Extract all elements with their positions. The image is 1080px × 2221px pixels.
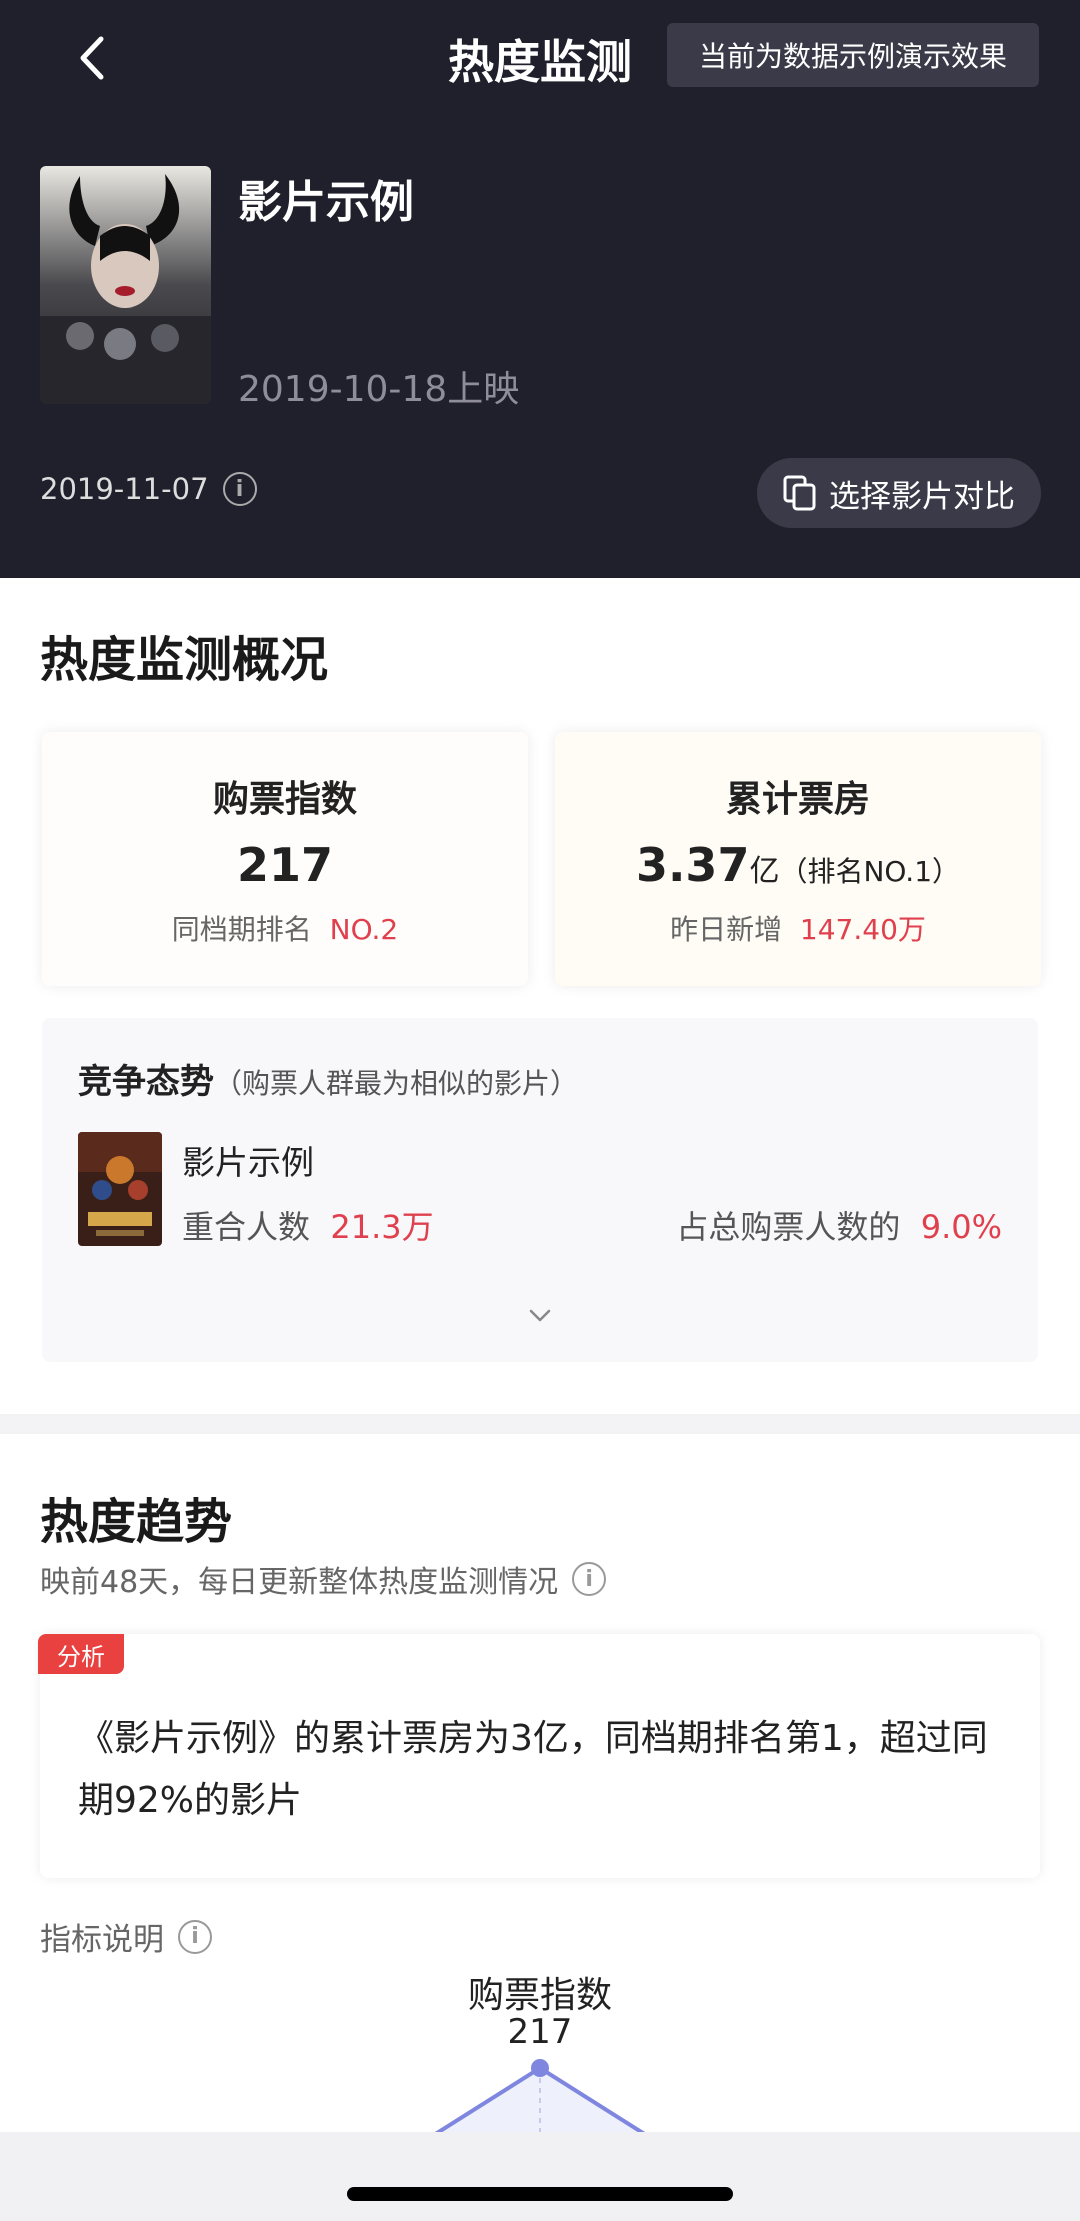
box-office-value: 3.37亿（排名NO.1） bbox=[555, 838, 1041, 892]
copy-icon bbox=[783, 475, 816, 511]
analysis-card: 分析 《影片示例》的累计票房为3亿，同档期排名第1，超过同期92%的影片 bbox=[38, 1634, 1040, 1878]
trend-subtitle: 映前48天，每日更新整体热度监测情况 i bbox=[40, 1557, 607, 1601]
competition-title: 竞争态势（购票人群最为相似的影片） bbox=[78, 1054, 578, 1103]
competition-card[interactable]: 竞争态势（购票人群最为相似的影片） 影片示例 重合人数 21.3万 占总购票人数… bbox=[42, 1018, 1038, 1362]
competitor-name: 影片示例 bbox=[182, 1143, 314, 1182]
share-label: 占总购票人数的 bbox=[676, 1208, 901, 1246]
daily-value: 147.40万 bbox=[799, 913, 926, 946]
daily-label: 昨日新增 bbox=[670, 913, 783, 946]
box-office-card[interactable]: 累计票房 3.37亿（排名NO.1） 昨日新增 147.40万 bbox=[555, 732, 1041, 986]
box-office-number: 3.37 bbox=[635, 838, 750, 892]
home-bar-area bbox=[0, 2132, 1080, 2221]
share-value: 9.0% bbox=[920, 1208, 1002, 1246]
rank-label: 同档期排名 bbox=[171, 913, 312, 946]
overlap-count: 重合人数 21.3万 bbox=[182, 1202, 434, 1248]
overview-title: 热度监测概况 bbox=[40, 632, 329, 688]
header: 热度监测 当前为数据示例演示效果 影片示例 2019-10-18上映 2019-… bbox=[0, 0, 1080, 578]
chevron-down-icon[interactable] bbox=[528, 1304, 552, 1328]
ticket-index-label: 购票指数 bbox=[212, 779, 357, 820]
section-divider bbox=[0, 1414, 1080, 1434]
box-office-label: 累计票房 bbox=[725, 779, 870, 820]
metric-explanation[interactable]: 指标说明 i bbox=[40, 1914, 212, 1959]
competition-title-text: 竞争态势 bbox=[78, 1062, 214, 1102]
rank-value: NO.2 bbox=[329, 913, 399, 946]
data-date: 2019-11-07 i bbox=[40, 472, 257, 506]
overlap-label: 重合人数 bbox=[182, 1208, 311, 1246]
competitor-poster[interactable] bbox=[78, 1132, 162, 1246]
movie-title: 影片示例 bbox=[238, 177, 414, 228]
ticket-index-rank: 同档期排名 NO.2 bbox=[42, 908, 528, 948]
overlap-value: 21.3万 bbox=[330, 1208, 434, 1246]
analysis-badge: 分析 bbox=[38, 1634, 124, 1674]
ticket-index-card[interactable]: 购票指数 217 同档期排名 NO.2 bbox=[42, 732, 528, 986]
chart-point[interactable] bbox=[531, 2059, 549, 2077]
release-date: 2019-10-18上映 bbox=[238, 369, 520, 410]
compare-movie-button[interactable]: 选择影片对比 bbox=[757, 458, 1041, 528]
trend-title: 热度趋势 bbox=[40, 1494, 233, 1550]
info-icon[interactable]: i bbox=[178, 1919, 212, 1954]
competition-note: （购票人群最为相似的影片） bbox=[214, 1067, 579, 1100]
info-icon[interactable]: i bbox=[572, 1562, 607, 1596]
compare-button-label: 选择影片对比 bbox=[829, 478, 1015, 515]
info-icon[interactable]: i bbox=[222, 472, 257, 506]
chart-point-label: 217 bbox=[507, 2012, 573, 2052]
demo-notice-badge: 当前为数据示例演示效果 bbox=[667, 23, 1039, 87]
box-office-rank: （排名NO.1） bbox=[779, 855, 961, 888]
analysis-text: 《影片示例》的累计票房为3亿，同档期排名第1，超过同期92%的影片 bbox=[78, 1718, 988, 1821]
movie-poster[interactable] bbox=[40, 166, 211, 404]
overlap-share: 占总购票人数的 9.0% bbox=[676, 1202, 1002, 1248]
metric-explanation-text: 指标说明 bbox=[40, 1922, 164, 1958]
home-indicator[interactable] bbox=[347, 2187, 733, 2201]
trend-chart[interactable] bbox=[0, 2050, 1080, 2140]
box-office-unit: 亿 bbox=[749, 854, 780, 889]
trend-subtitle-text: 映前48天，每日更新整体热度监测情况 bbox=[40, 1565, 559, 1600]
daily-increase: 昨日新增 147.40万 bbox=[555, 908, 1041, 948]
data-date-text: 2019-11-07 bbox=[40, 472, 209, 506]
chart-series-label: 购票指数 bbox=[467, 1975, 612, 2016]
ticket-index-value: 217 bbox=[236, 838, 334, 892]
